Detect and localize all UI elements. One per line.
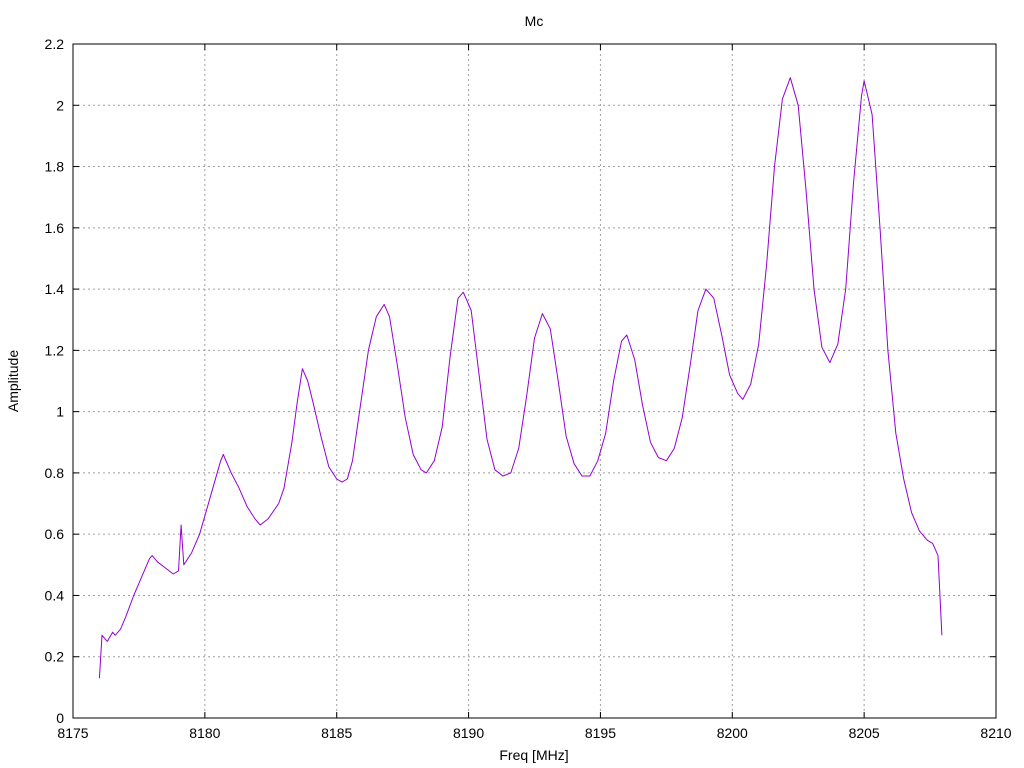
grid <box>73 44 996 718</box>
x-tick-label: 8195 <box>585 725 616 741</box>
x-tick-label: 8175 <box>57 725 88 741</box>
y-axis-title: Amplitude <box>5 350 21 412</box>
y-tick-label: 2 <box>56 97 64 113</box>
x-tick-label: 8205 <box>849 725 880 741</box>
y-tick-label: 0.8 <box>45 465 65 481</box>
series-group <box>98 77 943 679</box>
plot-frame <box>72 43 997 719</box>
y-axis-tick-labels: 0 0.2 0.4 0.6 0.8 1 1.2 1.4 1.6 1.8 2 2.2 <box>45 36 65 726</box>
y-tick-label: 0.6 <box>45 526 65 542</box>
y-tick-label: 0.2 <box>45 649 65 665</box>
series-line <box>98 77 943 679</box>
x-tick-label: 8180 <box>189 725 220 741</box>
y-tick-label: 1.8 <box>45 159 65 175</box>
y-tick-label: 1.6 <box>45 220 65 236</box>
x-tick-label: 8210 <box>980 725 1011 741</box>
line-chart: Mc 8175 8180 8185 8190 8195 8200 8205 8210 0 0.2… <box>5 13 1012 763</box>
x-axis-tick-labels: 8175 8180 8185 8190 8195 8200 8205 8210 <box>57 725 1011 741</box>
y-tick-label: 1.2 <box>45 342 65 358</box>
y-tick-label: 0.4 <box>45 587 65 603</box>
chart-title: Mc <box>525 13 544 29</box>
x-tick-label: 8200 <box>717 725 748 741</box>
axis-ticks <box>72 43 997 719</box>
y-tick-label: 1 <box>56 404 64 420</box>
y-tick-label: 0 <box>56 710 64 726</box>
y-tick-label: 1.4 <box>45 281 65 297</box>
x-tick-label: 8185 <box>321 725 352 741</box>
x-tick-label: 8190 <box>453 725 484 741</box>
x-axis-title: Freq [MHz] <box>499 747 568 763</box>
y-tick-label: 2.2 <box>45 36 65 52</box>
